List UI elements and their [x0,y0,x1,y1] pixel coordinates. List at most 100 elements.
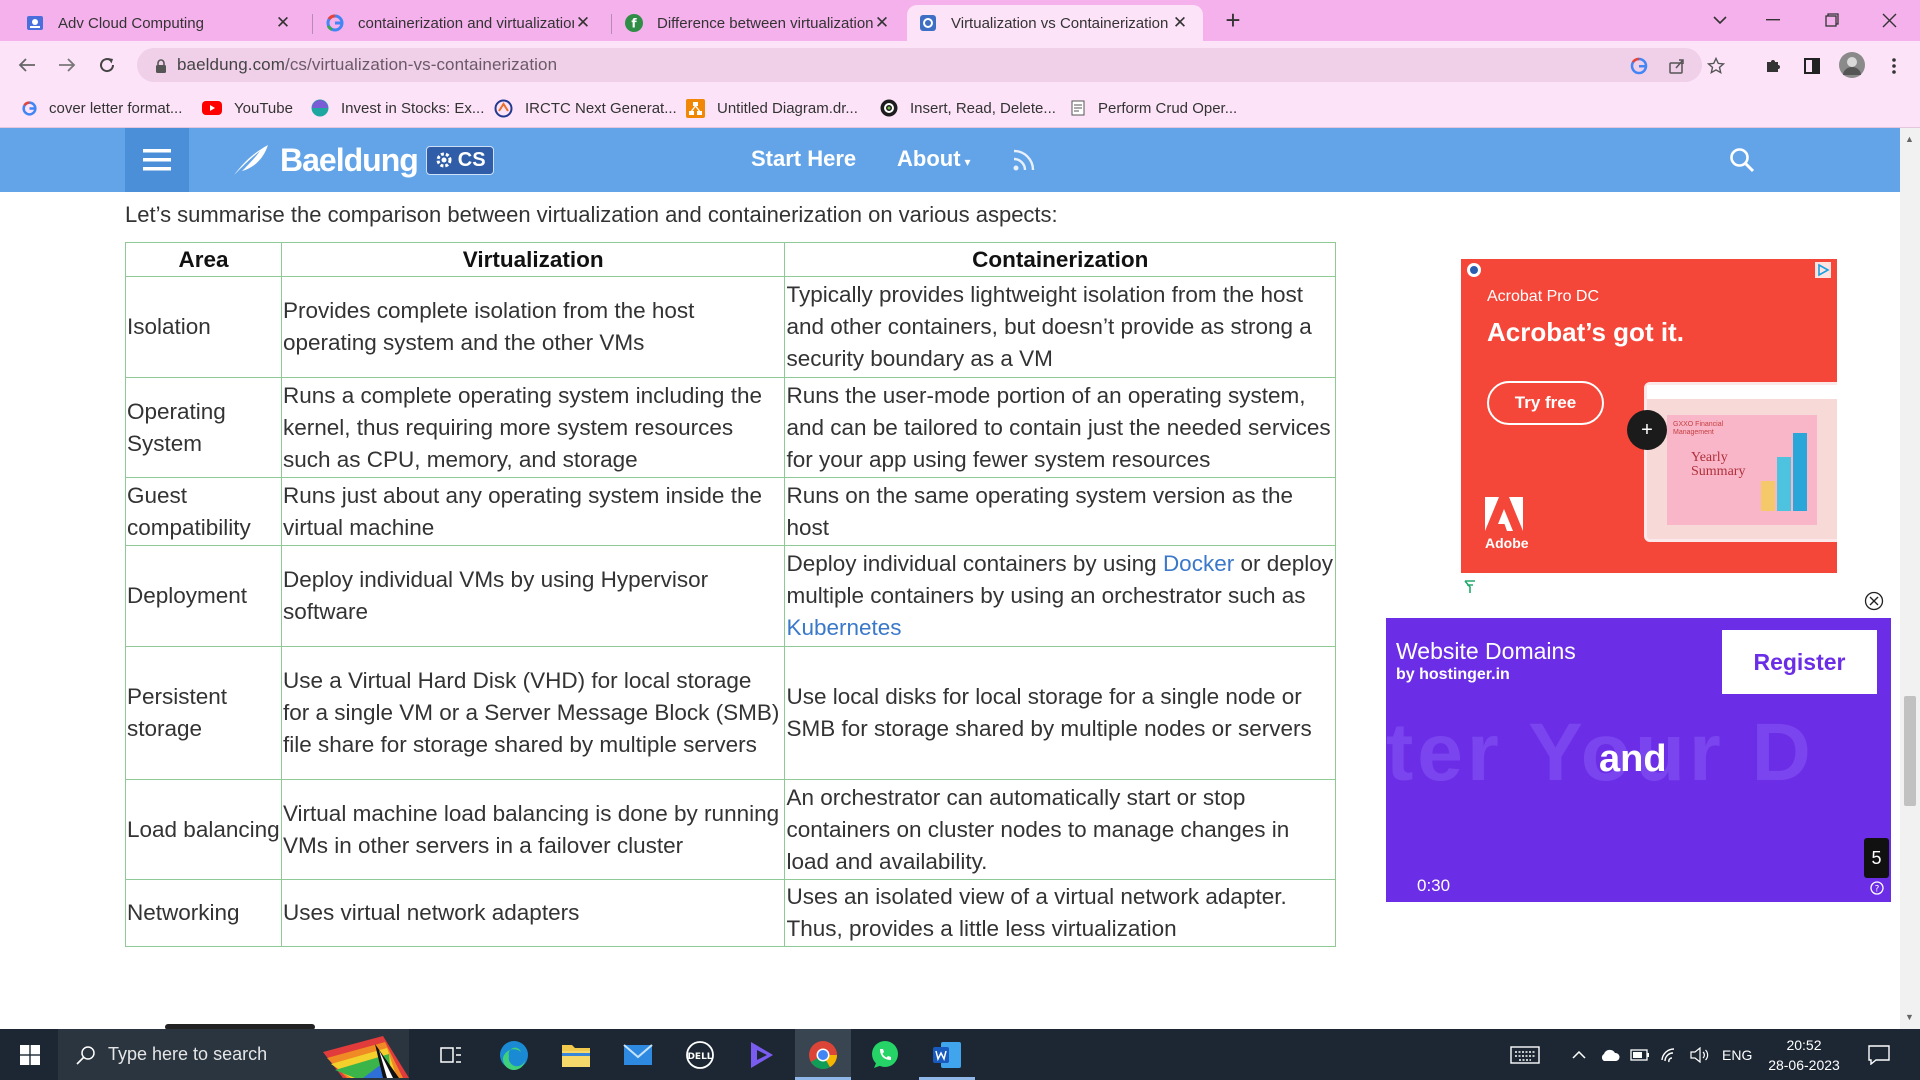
nav-start-here[interactable]: Start Here [751,146,856,172]
table-row: Load balancing Virtual machine load bala… [125,779,1336,880]
bookmark-irctc[interactable]: IRCTC Next Generat... [494,97,677,119]
ad-big-word: and [1599,738,1667,780]
whatsapp-icon[interactable] [857,1029,913,1080]
tab-close-icon[interactable]: ✕ [873,13,891,33]
input-language[interactable]: ENG [1722,1029,1752,1080]
forward-button[interactable] [49,47,85,83]
cell-containerization: Typically provides lightweight isolation… [784,276,1336,378]
tab-adv-cloud-computing[interactable]: Adv Cloud Computing ✕ [14,5,306,41]
side-panel-icon[interactable] [1801,55,1823,77]
tray-chevron-up-icon[interactable] [1572,1029,1586,1080]
page-scrollbar[interactable]: ▲ ▼ [1900,128,1920,1029]
table-row: Isolation Provides complete isolation fr… [125,276,1336,378]
ad-feedback-icon[interactable] [1464,580,1476,594]
scroll-up-arrow-icon[interactable]: ▲ [1905,134,1914,144]
bookmark-label: Perform Crud Oper... [1098,99,1238,117]
reload-button[interactable] [89,47,125,83]
table-row: Networking Uses virtual network adapters… [125,879,1336,947]
bookmark-label: YouTube [234,99,293,117]
tab-close-icon[interactable]: ✕ [574,13,592,33]
docker-link[interactable]: Docker [1163,551,1234,576]
minimize-button[interactable] [1750,0,1796,40]
kubernetes-link[interactable]: Kubernetes [786,615,901,640]
close-window-button[interactable] [1866,0,1912,40]
address-bar[interactable]: baeldung.com/cs/virtualization-vs-contai… [137,48,1725,82]
rss-feed-icon[interactable] [1012,146,1038,172]
acrobat-ad[interactable]: Acrobat Pro DC Acrobat’s got it. Try fre… [1461,259,1837,573]
keyboard-icon[interactable] [1510,1029,1540,1080]
tab-close-icon[interactable]: ✕ [274,13,292,33]
bookmark-perform-crud[interactable]: Perform Crud Oper... [1070,97,1237,119]
start-button[interactable] [2,1029,58,1080]
edge-icon[interactable] [486,1029,542,1080]
tab-google-search[interactable]: containerization and virtualization ✕ [314,5,606,41]
back-button[interactable] [9,47,45,83]
video-time: 0:30 [1417,876,1451,895]
table-row: Persistent storage Use a Virtual Hard Di… [125,646,1336,780]
cell-containerization: Runs on the same operating system versio… [784,477,1336,546]
notification-icon[interactable] [1868,1029,1890,1080]
header-area: Area [125,242,282,277]
battery-icon[interactable] [1630,1029,1650,1080]
close-ad-icon[interactable] [1864,591,1884,611]
bookmark-untitled-diagram[interactable]: Untitled Diagram.dr... [686,97,858,119]
hamburger-menu-button[interactable] [125,128,189,192]
media-icon[interactable] [733,1029,789,1080]
baeldung-logo[interactable]: Baeldung CS [232,138,494,182]
chrome-menu-icon[interactable] [1883,55,1905,77]
lock-icon[interactable] [151,56,171,76]
register-button[interactable]: Register [1722,630,1877,694]
onedrive-cloud-icon[interactable] [1599,1029,1621,1080]
search-icon[interactable] [1729,147,1755,173]
hostinger-video-ad[interactable]: ter Your D Website Domains by hostinger.… [1386,618,1891,902]
profile-avatar[interactable] [1838,51,1866,79]
adchoices-shield-icon[interactable] [1467,263,1481,277]
tab-search-chevron-icon[interactable] [1697,0,1743,40]
cell-containerization: Deploy individual containers by using Do… [784,545,1336,647]
restore-button[interactable] [1809,0,1855,40]
chrome-icon[interactable] [795,1029,851,1080]
extensions-puzzle-icon[interactable] [1762,55,1784,77]
clock[interactable]: 20:52 28-06-2023 [1768,1029,1840,1080]
file-explorer-icon[interactable] [548,1029,604,1080]
bookmark-label: Untitled Diagram.dr... [717,99,858,117]
bookmark-youtube[interactable]: YouTube [202,97,293,119]
cell-area: Isolation [125,276,282,378]
scrollbar-thumb[interactable] [1904,696,1916,806]
ad-info-icon[interactable]: ? [1870,881,1884,895]
url-text[interactable]: baeldung.com/cs/virtualization-vs-contai… [177,55,557,75]
volume-icon[interactable] [1689,1029,1709,1080]
taskbar-search-box[interactable]: Type here to search [58,1029,409,1080]
word-icon[interactable] [919,1029,975,1080]
mockup-card-logo: GXXO Financial Management [1673,421,1724,436]
tab-baeldung-active[interactable]: Virtualization vs Containerization ✕ [907,5,1203,41]
windows-logo-icon [20,1044,40,1065]
bookmark-invest-in-stocks[interactable]: Invest in Stocks: Ex... [311,97,484,119]
mail-icon[interactable] [610,1029,666,1080]
forward-arrow-icon [59,58,76,72]
dell-icon[interactable]: DELL [672,1029,728,1080]
tab-close-icon[interactable]: ✕ [1171,13,1189,33]
tab-geeksforgeeks[interactable]: f Difference between virtualization ✕ [613,5,905,41]
bookmark-label: Insert, Read, Delete... [910,99,1056,117]
bookmark-insert-read-delete[interactable]: Insert, Read, Delete... [880,97,1056,119]
try-free-button[interactable]: Try free [1487,381,1604,425]
logo-text: Baeldung [280,141,419,178]
share-icon[interactable] [1667,56,1687,76]
cs-cog-icon [436,152,452,168]
ad-product: Acrobat Pro DC [1487,288,1600,305]
skip-countdown[interactable]: 5 [1864,838,1889,878]
wifi-icon[interactable] [1660,1029,1680,1080]
adchoices-triangle-icon[interactable] [1815,262,1831,278]
tab-title: Virtualization vs Containerization [951,14,1169,32]
cell-containerization: Uses an isolated view of a virtual netwo… [784,879,1336,947]
scroll-down-arrow-icon[interactable]: ▼ [1905,1012,1914,1022]
task-view-icon[interactable] [423,1029,479,1080]
google-translate-icon[interactable] [1629,56,1649,76]
bookmark-star-icon[interactable] [1706,56,1726,76]
google-icon [326,14,344,32]
nav-about[interactable]: About ▾ [897,146,971,172]
new-tab-button[interactable]: + [1210,0,1256,40]
bookmark-cover-letter[interactable]: cover letter format... [21,97,182,119]
geeksforgeeks-icon: f [625,14,643,32]
